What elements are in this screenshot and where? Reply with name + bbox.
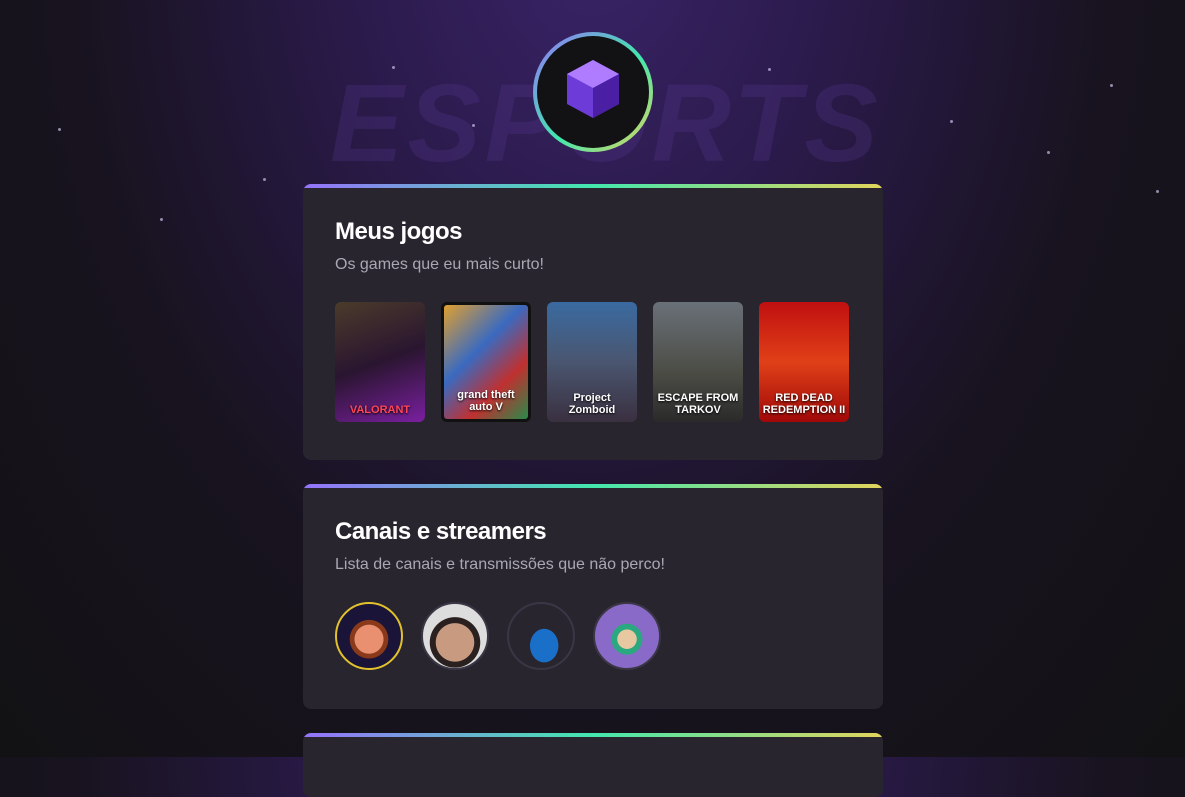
streamer-avatar-2[interactable]: [421, 602, 489, 670]
games-title: Meus jogos: [335, 218, 463, 245]
site-logo[interactable]: [533, 32, 653, 152]
streamers-subtitle: Lista de canais e transmissões que não p…: [335, 556, 665, 573]
cube-logo-icon: [567, 60, 619, 118]
game-cover-valorant[interactable]: VALORANT: [335, 302, 425, 422]
games-subtitle: Os games que eu mais curto!: [335, 256, 544, 273]
third-card: [303, 733, 883, 797]
streamer-avatar-3[interactable]: [507, 602, 575, 670]
game-cover-red-dead-2[interactable]: RED DEAD REDEMPTION II: [759, 302, 849, 422]
games-card: Meus jogos Os games que eu mais curto! V…: [303, 184, 883, 460]
streamers-title: Canais e streamers: [335, 518, 547, 545]
streamers-card: Canais e streamers Lista de canais e tra…: [303, 484, 883, 709]
game-cover-gta-v[interactable]: grand theft auto V: [441, 302, 531, 422]
streamer-avatar-4[interactable]: [593, 602, 661, 670]
streamer-avatar-1[interactable]: [335, 602, 403, 670]
game-cover-tarkov[interactable]: ESCAPE FROM TARKOV: [653, 302, 743, 422]
game-cover-project-zomboid[interactable]: Project Zomboid: [547, 302, 637, 422]
